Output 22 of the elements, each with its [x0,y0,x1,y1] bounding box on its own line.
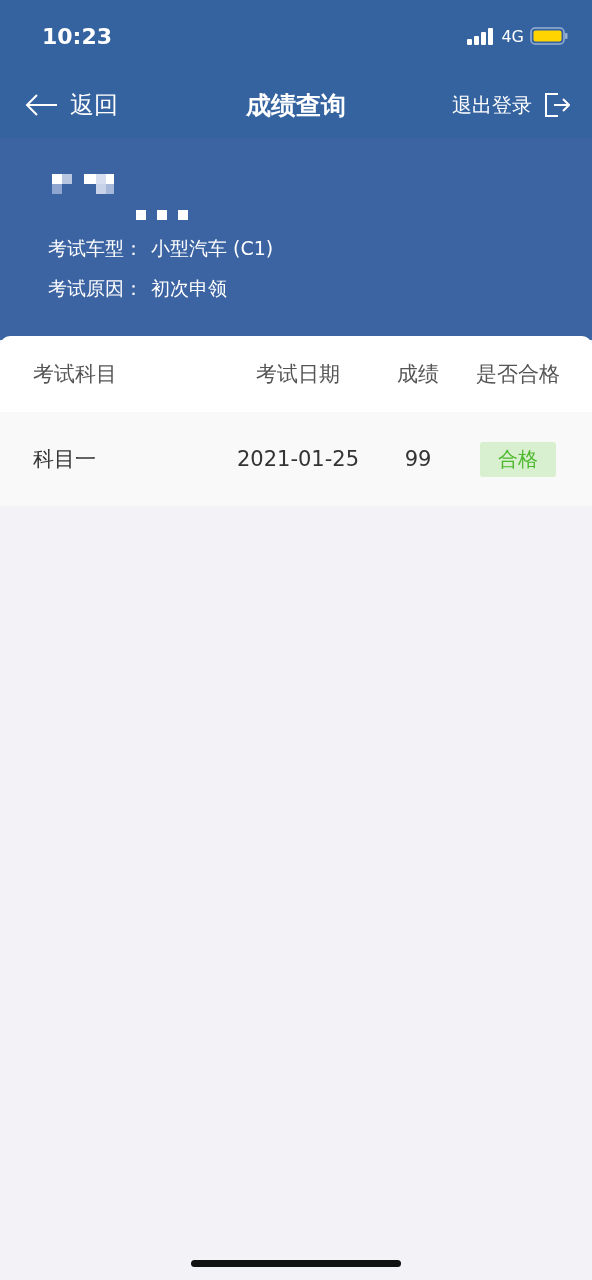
info-value: 小型汽车 (C1) [151,236,274,261]
result-badge: 合格 [480,441,556,477]
column-header: 成绩 [397,361,439,388]
battery-icon [530,27,568,45]
score-cell: 99 [404,447,432,471]
pixelated-text [136,210,190,222]
column-header: 考试日期 [256,361,340,388]
network-label: 4G [501,26,524,46]
column-header: 考试科目 [33,361,118,388]
status-time: 10:23 [42,23,113,49]
info-label: 考试车型： [48,236,143,261]
info-label: 考试原因： [48,276,143,301]
subject-cell-text: 科目一 [33,446,97,473]
page-title: 成绩查询 [246,90,346,120]
logout-button[interactable]: 退出登录 [452,91,570,119]
logout-icon [544,92,570,118]
date-cell: 2021-01-25 [236,447,359,471]
back-button[interactable]: 返回 [24,89,118,121]
column-header: 是否合格 [476,361,560,388]
back-arrow-icon [24,93,58,117]
info-value: 初次申领 [151,276,227,301]
signal-icon [467,27,496,45]
